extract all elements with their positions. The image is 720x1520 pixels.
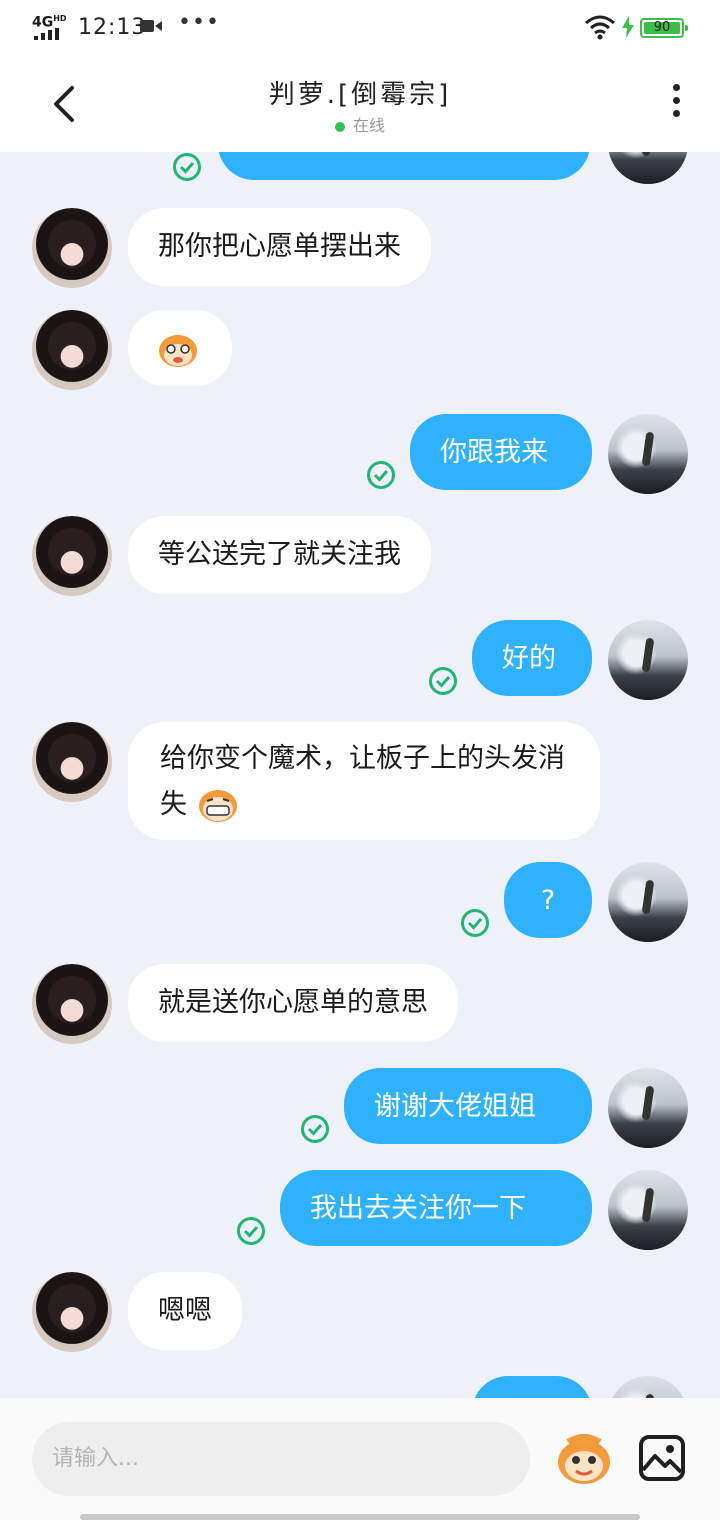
online-status: 在线 <box>0 112 720 136</box>
message-bubble-incoming[interactable] <box>128 310 232 386</box>
network-type: 4GHD <box>32 14 67 31</box>
my-avatar[interactable] <box>608 414 688 494</box>
wifi-icon <box>585 15 615 40</box>
my-avatar[interactable] <box>608 1376 688 1398</box>
battery-indicator: 90 <box>640 18 688 38</box>
more-notifications-icon: ••• <box>178 10 220 35</box>
message-bubble-incoming[interactable]: 等公送完了就关注我 <box>128 516 431 594</box>
message-input[interactable]: 请输入... <box>32 1422 530 1496</box>
my-avatar[interactable] <box>608 862 688 942</box>
my-avatar[interactable] <box>608 1068 688 1148</box>
input-bar: 请输入... <box>0 1398 720 1520</box>
contact-avatar[interactable] <box>32 1272 112 1352</box>
contact-avatar[interactable] <box>32 964 112 1044</box>
charging-icon <box>622 16 634 38</box>
message-bubble-incoming[interactable]: 嗯嗯 <box>128 1272 242 1350</box>
read-check-icon <box>367 461 395 489</box>
online-dot <box>334 121 345 132</box>
message-bubble-outgoing[interactable]: ? <box>504 862 592 938</box>
contact-name: 判萝.[倒霉宗] <box>268 80 452 110</box>
contact-avatar[interactable] <box>32 722 112 802</box>
read-check-icon <box>429 667 457 695</box>
read-check-icon <box>237 1217 265 1245</box>
read-check-icon <box>301 1115 329 1143</box>
message-bubble-outgoing[interactable]: 你跟我来 <box>410 414 592 490</box>
navigation-gesture-bar <box>80 1514 640 1520</box>
camera-icon <box>140 20 162 32</box>
contact-avatar[interactable] <box>32 516 112 596</box>
image-icon[interactable] <box>638 1434 686 1482</box>
message-bubble-outgoing[interactable]: 我出去关注你一下 <box>280 1170 592 1246</box>
message-bubble-incoming[interactable]: 那你把心愿单摆出来 <box>128 208 431 286</box>
emoji-icon[interactable] <box>554 1434 614 1486</box>
my-avatar[interactable] <box>608 152 688 184</box>
message-bubble-outgoing[interactable] <box>218 152 590 180</box>
grin-emoji-icon <box>198 789 237 822</box>
message-bubble-outgoing[interactable] <box>472 1376 592 1398</box>
my-avatar[interactable] <box>608 1170 688 1250</box>
read-check-icon <box>461 909 489 937</box>
status-bar: 4GHD 12:13 ••• 90 <box>0 0 720 56</box>
chat-header: 判萝.[倒霉宗] 在线 <box>0 56 720 152</box>
my-avatar[interactable] <box>608 620 688 700</box>
clock: 12:13 <box>78 15 147 40</box>
message-list[interactable]: 那你把心愿单摆出来 你跟我来 等公送完了就关注我 好的 给你变个魔术，让板子上的… <box>0 152 720 1398</box>
message-bubble-outgoing[interactable]: 好的 <box>472 620 592 696</box>
message-bubble-incoming[interactable]: 给你变个魔术，让板子上的头发消失 <box>128 722 600 840</box>
message-bubble-incoming[interactable]: 就是送你心愿单的意思 <box>128 964 458 1042</box>
message-bubble-outgoing[interactable]: 谢谢大佬姐姐 <box>344 1068 592 1144</box>
contact-avatar[interactable] <box>32 208 112 288</box>
signal-icon <box>34 28 59 40</box>
contact-avatar[interactable] <box>32 310 112 390</box>
monkey-emoji-icon <box>159 334 197 367</box>
more-icon[interactable] <box>664 84 688 124</box>
read-check-icon <box>173 153 201 181</box>
